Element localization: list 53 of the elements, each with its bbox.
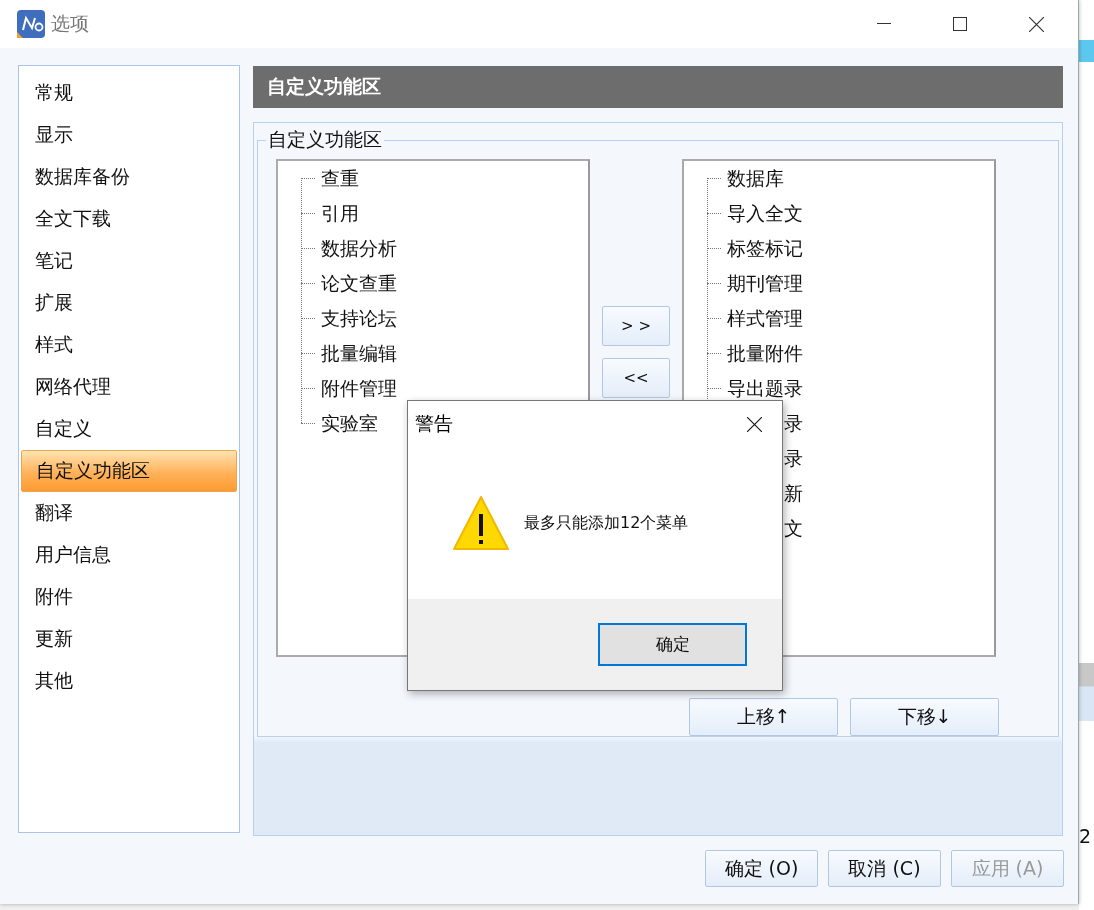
tree-item[interactable]: 批量编辑 — [321, 340, 397, 367]
tree-item[interactable]: 附件管理 — [321, 375, 397, 402]
window-title: 选项 — [51, 11, 89, 36]
sidebar-item[interactable]: 常规 — [21, 72, 237, 114]
sidebar-item[interactable]: 更新 — [21, 618, 237, 660]
move-up-button[interactable]: 上移↑ — [689, 698, 838, 736]
background-text: 2 — [1079, 824, 1093, 849]
tree-item[interactable]: 查重 — [321, 165, 359, 192]
sidebar-item[interactable]: 笔记 — [21, 240, 237, 282]
dialog-message: 最多只能添加12个菜单 — [524, 512, 689, 534]
tree-item[interactable]: 实验室 — [321, 410, 378, 437]
tree-item[interactable]: 文 — [784, 515, 803, 542]
add-button[interactable]: > > — [602, 306, 670, 346]
sidebar-item[interactable]: 扩展 — [21, 282, 237, 324]
sidebar-item[interactable]: 数据库备份 — [21, 156, 237, 198]
sidebar-item[interactable]: 自定义功能区 — [21, 450, 237, 492]
tree-item[interactable]: 新 — [784, 480, 803, 507]
sidebar-item[interactable]: 网络代理 — [21, 366, 237, 408]
tree-item[interactable]: 支持论坛 — [321, 305, 397, 332]
tree-item[interactable]: 样式管理 — [727, 305, 803, 332]
close-icon[interactable] — [747, 416, 762, 432]
maximize-icon[interactable] — [953, 17, 967, 31]
sidebar-item[interactable]: 显示 — [21, 114, 237, 156]
close-icon[interactable] — [1029, 16, 1044, 32]
sidebar-item[interactable]: 用户信息 — [21, 534, 237, 576]
tree-item[interactable]: 论文查重 — [321, 270, 397, 297]
section-header: 自定义功能区 — [253, 66, 1063, 108]
tree-item[interactable]: 数据库 — [727, 165, 784, 192]
dialog-title: 警告 — [415, 411, 453, 436]
dialog-button[interactable]: 取消 (C) — [828, 850, 941, 887]
sidebar-item[interactable]: 全文下载 — [21, 198, 237, 240]
dialog-button[interactable]: 确定 (O) — [705, 850, 818, 887]
tree-item[interactable]: 期刊管理 — [727, 270, 803, 297]
sidebar-item[interactable]: 其他 — [21, 660, 237, 702]
tree-item[interactable]: 引用 — [321, 200, 359, 227]
tree-item[interactable]: 录 — [784, 410, 803, 437]
tree-item[interactable]: 导出题录 — [727, 375, 803, 402]
ok-button[interactable]: 确定 — [598, 623, 747, 666]
warning-icon — [452, 495, 510, 551]
tree-item[interactable]: 批量附件 — [727, 340, 803, 367]
minimize-icon[interactable] — [877, 23, 891, 25]
group-legend: 自定义功能区 — [266, 127, 384, 153]
sidebar-item[interactable]: 附件 — [21, 576, 237, 618]
remove-button[interactable]: << — [602, 358, 670, 398]
tree-item[interactable]: 录 — [784, 445, 803, 472]
tree-item[interactable]: 导入全文 — [727, 200, 803, 227]
tree-item[interactable]: 数据分析 — [321, 235, 397, 262]
sidebar-item[interactable]: 样式 — [21, 324, 237, 366]
tree-item[interactable]: 标签标记 — [727, 235, 803, 262]
sidebar-item[interactable]: 自定义 — [21, 408, 237, 450]
app-logo-icon — [17, 10, 45, 38]
move-down-button[interactable]: 下移↓ — [850, 698, 999, 736]
sidebar-item[interactable]: 翻译 — [21, 492, 237, 534]
